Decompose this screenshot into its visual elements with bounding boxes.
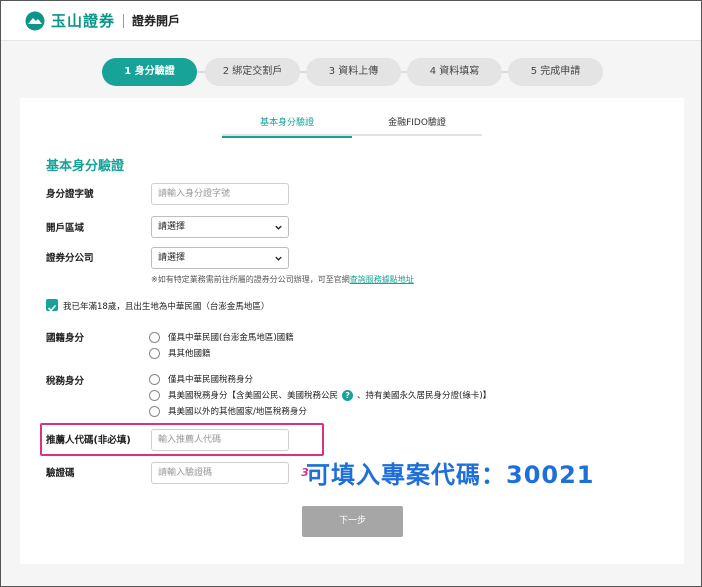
tab-basic-verify[interactable]: 基本身分驗證: [222, 116, 352, 138]
branch-note-text: ※如有特定業務需前往所屬的證券分公司辦理，可至官網: [151, 275, 350, 284]
form-title: 基本身分驗證: [46, 159, 125, 174]
radio-button[interactable]: [149, 373, 160, 385]
step-fill-data: 4 資料填寫: [407, 58, 502, 86]
form-card: 基本身分驗證 金融FIDO驗證 基本身分驗證 身分證字號 請輸入身分證字號 開戶…: [20, 98, 684, 564]
branch-select[interactable]: 請選擇: [151, 247, 289, 269]
service-location-link[interactable]: 查詢服務據點地址: [350, 275, 414, 284]
age-checkbox[interactable]: [46, 299, 58, 312]
captcha-label: 驗證碼: [46, 468, 75, 479]
step-upload: 3 資料上傳: [306, 58, 401, 86]
referrer-input[interactable]: 輸入推薦人代碼: [151, 429, 289, 451]
tax-option-us[interactable]: 具美國稅務身分【含美國公民、美國稅務公民 ? 、持有美國永久居民身分證(綠卡)】: [149, 389, 491, 401]
radio-button[interactable]: [149, 331, 160, 343]
brand-divider: [123, 13, 125, 28]
captcha-input[interactable]: 請輸入驗證碼: [151, 462, 289, 484]
nationality-option-other[interactable]: 具其他國籍: [149, 347, 211, 359]
branch-select-value: 請選擇: [158, 253, 186, 263]
radio-button[interactable]: [149, 389, 160, 401]
id-label: 身分證字號: [46, 189, 94, 200]
branch-note: ※如有特定業務需前往所屬的證券分公司辦理，可至官網查詢服務據點地址: [151, 274, 414, 285]
tax-opt2-label-a: 具美國稅務身分【含美國公民、美國稅務公民: [168, 391, 339, 401]
branch-label: 證券分公司: [46, 253, 94, 264]
tab-fido-verify[interactable]: 金融FIDO驗證: [352, 116, 482, 136]
radio-button[interactable]: [149, 405, 160, 417]
brand-logo[interactable]: 玉山證券 證券開戶: [25, 10, 180, 31]
id-input[interactable]: 請輸入身分證字號: [151, 183, 289, 205]
project-code-annotation: 可填入專案代碼：30021: [306, 461, 595, 489]
chevron-down-icon: [275, 256, 282, 261]
age-check-label: 我已年滿18歲，且出生地為中華民國（台澎金馬地區）: [63, 302, 270, 312]
brand-name: 玉山證券: [51, 12, 116, 30]
region-select[interactable]: 請選擇: [151, 216, 289, 238]
radio-button[interactable]: [149, 347, 160, 359]
tax-option-other[interactable]: 具美國以外的其他國家/地區稅務身分: [149, 405, 307, 417]
nationality-opt1-label: 僅具中華民國(台澎金馬地區)國籍: [168, 333, 294, 343]
next-button[interactable]: 下一步: [302, 506, 403, 537]
progress-steps: 1 身分驗證 2 綁定交割戶 3 資料上傳 4 資料填寫 5 完成申請: [0, 58, 702, 86]
step-identity: 1 身分驗證: [102, 58, 197, 86]
chevron-down-icon: [275, 225, 282, 230]
region-label: 開戶區域: [46, 223, 85, 234]
nationality-opt2-label: 具其他國籍: [168, 349, 211, 359]
referrer-label: 推薦人代碼(非必填): [46, 435, 131, 446]
verify-tabs: 基本身分驗證 金融FIDO驗證: [222, 116, 482, 138]
tax-opt3-label: 具美國以外的其他國家/地區稅務身分: [168, 407, 307, 417]
nationality-option-roc[interactable]: 僅具中華民國(台澎金馬地區)國籍: [149, 331, 294, 343]
nationality-label: 國籍身分: [46, 333, 85, 344]
tax-opt2-label-b: 、持有美國永久居民身分證(綠卡)】: [357, 391, 492, 401]
section-name: 證券開戶: [132, 14, 181, 28]
tax-opt1-label: 僅具中華民國稅務身分: [168, 375, 254, 385]
step-bind-account: 2 綁定交割戶: [205, 58, 300, 86]
region-select-value: 請選擇: [158, 222, 186, 232]
mountain-logo-icon: [25, 11, 45, 30]
help-icon[interactable]: ?: [342, 389, 354, 401]
check-icon: [47, 304, 57, 312]
top-bar: 玉山證券 證券開戶: [1, 1, 701, 41]
tax-option-roc[interactable]: 僅具中華民國稅務身分: [149, 373, 253, 385]
step-complete: 5 完成申請: [508, 58, 603, 86]
tax-label: 稅務身分: [46, 376, 85, 387]
